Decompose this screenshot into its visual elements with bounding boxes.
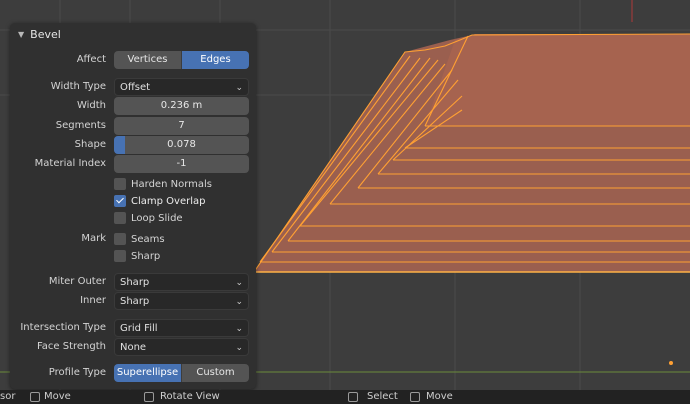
profile-custom-button[interactable]: Custom	[181, 364, 249, 382]
loop-slide-checkbox[interactable]: Loop Slide	[114, 210, 183, 226]
mark-label: Mark	[81, 233, 106, 244]
bevel-operator-panel: ▼ Bevel Affect Vertices Edges Width Type…	[10, 23, 256, 389]
beveled-mesh	[253, 33, 690, 273]
material-index-field[interactable]: -1	[114, 155, 249, 173]
segments-label: Segments	[55, 120, 106, 131]
chevron-down-icon: ⌄	[235, 83, 243, 93]
affect-row: Affect Vertices Edges	[10, 51, 256, 69]
mark-seams-checkbox[interactable]: Seams	[114, 231, 165, 247]
origin-dot	[669, 361, 673, 365]
checkbox-box	[114, 212, 126, 224]
status-item-move-2: Move	[426, 391, 453, 402]
chevron-down-icon: ⌄	[235, 297, 243, 307]
chevron-down-icon: ⌄	[235, 324, 243, 334]
affect-label: Affect	[76, 54, 106, 65]
intersection-type-value: Grid Fill	[120, 323, 158, 334]
inner-label: Inner	[80, 295, 106, 306]
profile-type-toggle: Superellipse Custom	[114, 364, 249, 382]
shape-slider[interactable]: 0.078	[114, 136, 249, 154]
status-bar: sor Move Rotate View Select Move	[0, 390, 690, 404]
mouse-button-icon	[30, 392, 40, 402]
mouse-button-icon	[144, 392, 154, 402]
status-item-cursor: sor	[0, 391, 16, 402]
mark-sharp-checkbox[interactable]: Sharp	[114, 248, 160, 264]
segments-field[interactable]: 7	[114, 117, 249, 135]
shape-row: Shape 0.078	[10, 136, 256, 154]
mark-sharp-label: Sharp	[131, 250, 161, 262]
panel-header[interactable]: ▼ Bevel	[10, 23, 256, 45]
intersection-type-label: Intersection Type	[20, 322, 106, 333]
width-value: 0.236 m	[160, 100, 203, 111]
affect-edges-button[interactable]: Edges	[181, 51, 249, 69]
chevron-down-icon: ⌄	[235, 278, 243, 288]
shape-slider-fill	[114, 136, 125, 154]
inner-dropdown[interactable]: Sharp ⌄	[114, 292, 249, 310]
miter-outer-label: Miter Outer	[48, 276, 106, 287]
miter-outer-row: Miter Outer Sharp ⌄	[10, 273, 256, 291]
profile-type-label: Profile Type	[48, 367, 106, 378]
width-row: Width 0.236 m	[10, 97, 256, 115]
status-item-move: Move	[44, 391, 71, 402]
width-type-value: Offset	[120, 82, 151, 93]
mouse-button-icon	[410, 392, 420, 402]
loop-slide-label: Loop Slide	[131, 212, 183, 224]
face-strength-label: Face Strength	[36, 341, 106, 352]
intersection-type-row: Intersection Type Grid Fill ⌄	[10, 319, 256, 337]
intersection-type-dropdown[interactable]: Grid Fill ⌄	[114, 319, 249, 337]
profile-superellipse-button[interactable]: Superellipse	[114, 364, 181, 382]
miter-outer-dropdown[interactable]: Sharp ⌄	[114, 273, 249, 291]
harden-normals-label: Harden Normals	[131, 178, 212, 190]
segments-value: 7	[178, 120, 185, 131]
clamp-overlap-label: Clamp Overlap	[131, 195, 206, 207]
width-type-row: Width Type Offset ⌄	[10, 78, 256, 96]
status-item-rotate-view: Rotate View	[160, 391, 220, 402]
checkbox-box	[114, 233, 126, 245]
segments-row: Segments 7	[10, 117, 256, 135]
affect-toggle: Vertices Edges	[114, 51, 249, 69]
inner-row: Inner Sharp ⌄	[10, 292, 256, 310]
status-item-select: Select	[367, 391, 398, 402]
shape-value: 0.078	[167, 139, 196, 150]
affect-vertices-button[interactable]: Vertices	[114, 51, 181, 69]
width-type-label: Width Type	[50, 81, 106, 92]
mark-seams-label: Seams	[131, 233, 165, 245]
profile-type-row: Profile Type Superellipse Custom	[10, 364, 256, 382]
panel-title: Bevel	[30, 27, 61, 41]
collapse-triangle-icon[interactable]: ▼	[18, 30, 24, 39]
inner-value: Sharp	[120, 296, 150, 307]
checkbox-box	[114, 178, 126, 190]
mouse-button-icon	[348, 392, 358, 402]
checkbox-box	[114, 250, 126, 262]
width-field[interactable]: 0.236 m	[114, 97, 249, 115]
shape-label: Shape	[74, 139, 106, 150]
face-strength-dropdown[interactable]: None ⌄	[114, 338, 249, 356]
width-label: Width	[76, 100, 106, 111]
face-strength-row: Face Strength None ⌄	[10, 338, 256, 356]
width-type-dropdown[interactable]: Offset ⌄	[114, 78, 249, 96]
clamp-overlap-checkbox[interactable]: Clamp Overlap	[114, 193, 205, 209]
face-strength-value: None	[120, 342, 147, 353]
material-index-value: -1	[176, 158, 187, 169]
material-index-row: Material Index -1	[10, 155, 256, 173]
miter-outer-value: Sharp	[120, 277, 150, 288]
material-index-label: Material Index	[34, 158, 106, 169]
chevron-down-icon: ⌄	[235, 343, 243, 353]
checkmark-icon	[114, 195, 126, 207]
harden-normals-checkbox[interactable]: Harden Normals	[114, 176, 212, 192]
